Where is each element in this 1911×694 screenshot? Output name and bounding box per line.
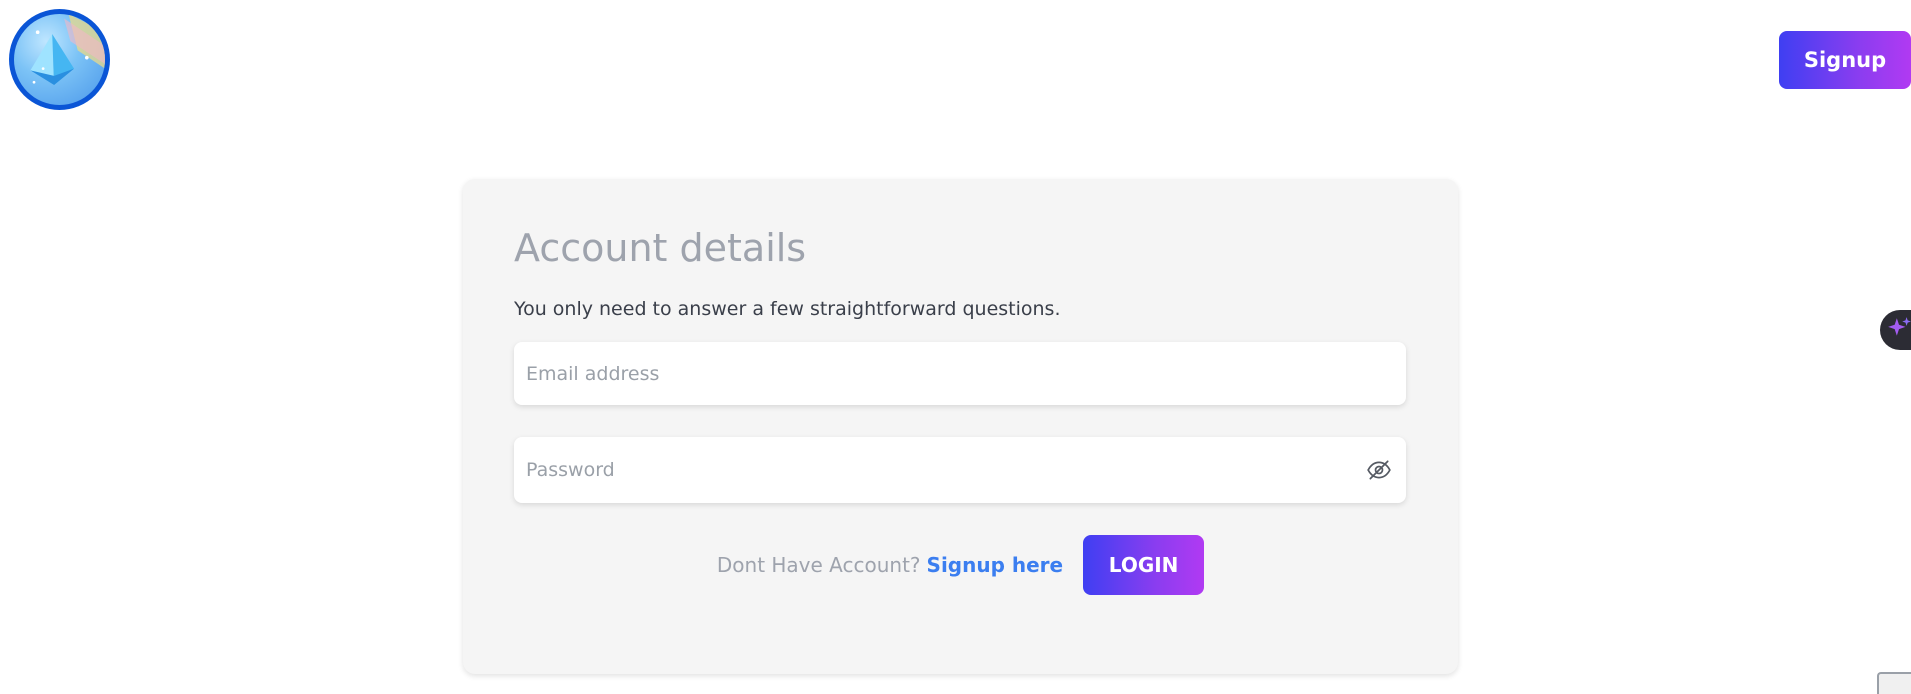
- crystal-logo-icon: [14, 14, 105, 105]
- email-field[interactable]: [514, 342, 1406, 405]
- signup-prompt-row: Dont Have Account? Signup here LOGIN: [463, 535, 1458, 595]
- password-field-container: [514, 437, 1406, 503]
- password-field[interactable]: [514, 437, 1406, 503]
- signup-button[interactable]: Signup: [1779, 31, 1911, 89]
- eye-off-icon[interactable]: [1366, 457, 1392, 483]
- app-logo[interactable]: [9, 9, 110, 110]
- login-page: Signup Account details You only need to …: [0, 0, 1911, 694]
- email-field-container: [514, 342, 1406, 405]
- sparkle-icon: [1886, 315, 1911, 345]
- page-title: Account details: [514, 226, 807, 270]
- ai-assistant-tab[interactable]: [1880, 310, 1911, 350]
- login-button[interactable]: LOGIN: [1083, 535, 1205, 595]
- no-account-text: Dont Have Account?: [716, 553, 921, 577]
- account-card: Account details You only need to answer …: [463, 179, 1458, 674]
- page-subtitle: You only need to answer a few straightfo…: [514, 298, 1061, 320]
- signup-link[interactable]: Signup here: [927, 553, 1064, 577]
- corner-widget[interactable]: [1877, 672, 1911, 694]
